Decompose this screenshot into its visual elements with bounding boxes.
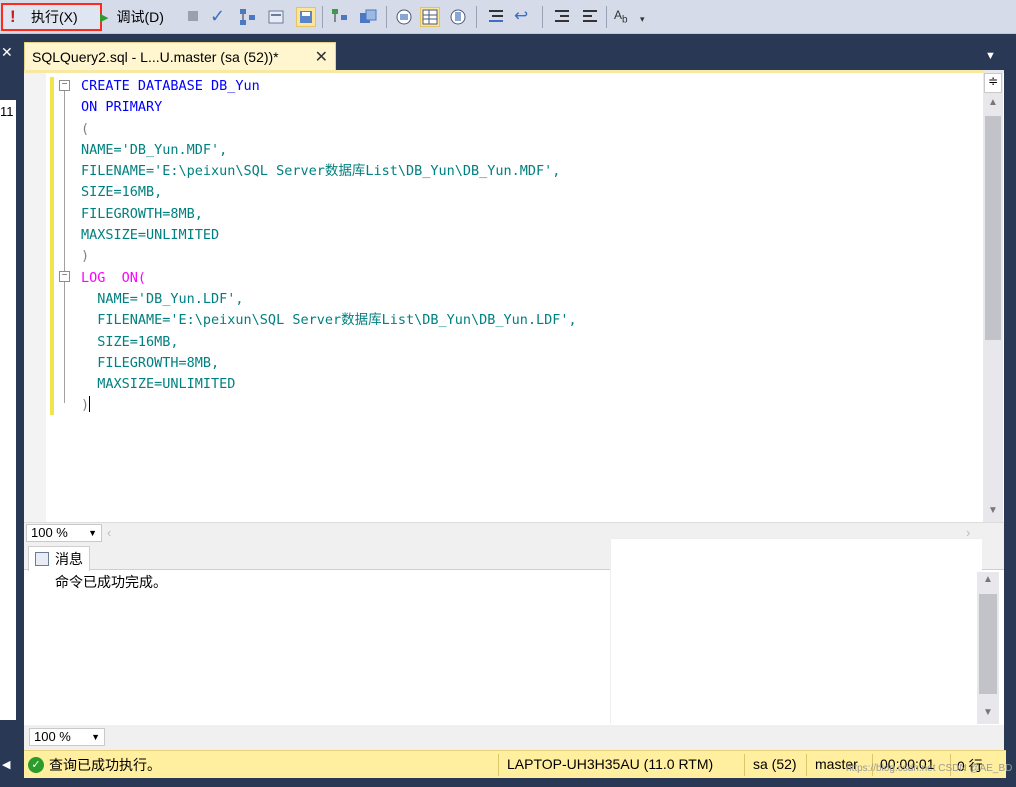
panel-close-icon[interactable]: ✕ <box>1 44 13 61</box>
comment-lines-icon[interactable] <box>486 7 506 27</box>
code-line: SIZE=16MB, <box>81 184 163 201</box>
stop-icon[interactable] <box>184 7 204 27</box>
outline-line <box>64 83 65 403</box>
toolbar-separator <box>542 6 543 28</box>
scroll-thumb[interactable] <box>985 116 1001 340</box>
code-line: MAXSIZE=UNLIMITED <box>81 376 236 393</box>
increase-indent-icon[interactable] <box>580 7 600 27</box>
results-zoom-value: 100 % <box>34 729 71 744</box>
toolbar-separator <box>322 6 323 28</box>
code-line: ) <box>81 248 90 265</box>
results-zoom-bar: 100 % ▼ <box>24 725 1004 750</box>
client-stats-icon[interactable] <box>358 7 378 27</box>
chevron-down-icon: ▼ <box>88 528 97 538</box>
tab-title: SQLQuery2.sql - L...U.master (sa (52))* <box>32 48 279 65</box>
toolbar-separator <box>606 6 607 28</box>
results-blank-area <box>610 538 982 724</box>
code-line: ON PRIMARY <box>81 99 163 116</box>
results-zoom-select[interactable]: 100 % ▼ <box>29 728 105 746</box>
specify-template-values-icon[interactable]: Ab <box>614 7 634 27</box>
editor-zoom-value: 100 % <box>31 525 68 540</box>
code-line: NAME='DB_Yun.MDF', <box>81 141 228 158</box>
scroll-up-icon[interactable]: ▲ <box>988 97 998 108</box>
code-line: FILEGROWTH=8MB, <box>81 354 220 371</box>
code-line: LOG ON( <box>81 269 147 286</box>
code-line: FILEGROWTH=8MB, <box>81 205 203 222</box>
uncomment-lines-icon[interactable]: ↩ <box>514 7 534 27</box>
editor-gutter <box>24 73 46 522</box>
save-results-icon[interactable] <box>296 7 316 27</box>
success-check-icon: ✓ <box>28 756 44 773</box>
code-line: SIZE=16MB, <box>81 333 179 350</box>
collapse-icon[interactable]: − <box>59 271 70 282</box>
chevron-down-icon: ▼ <box>91 732 100 742</box>
watermark: https://blog.csdn.net CSDN @AE_BD <box>846 763 1013 774</box>
code-line: MAXSIZE=UNLIMITED <box>81 227 220 244</box>
status-divider <box>498 754 499 776</box>
query-document-tab[interactable]: SQLQuery2.sql - L...U.master (sa (52))* … <box>24 42 336 70</box>
tab-messages[interactable]: 消息 <box>28 546 90 571</box>
status-divider <box>744 754 745 776</box>
collapse-icon[interactable]: − <box>59 80 70 91</box>
decrease-indent-icon[interactable] <box>552 7 572 27</box>
query-toolbar: ! 执行(X) ▶ 调试(D) ✓ ↩ Ab ▾ <box>0 0 1016 34</box>
status-server: LAPTOP-UH3H35AU (11.0 RTM) <box>507 756 714 772</box>
toolbar-separator <box>386 6 387 28</box>
text-caret <box>89 396 91 413</box>
results-to-text-icon[interactable] <box>394 7 414 27</box>
sql-code[interactable]: CREATE DATABASE DB_Yun ON PRIMARY ( NAME='D… <box>81 76 577 417</box>
editor-zoom-select[interactable]: 100 % ▼ <box>26 524 102 542</box>
results-vertical-scrollbar[interactable]: ▲ ▼ <box>977 572 999 724</box>
query-designer-icon[interactable] <box>266 7 286 27</box>
debug-button[interactable]: ▶ 调试(D) <box>100 7 164 27</box>
results-to-file-icon[interactable] <box>448 7 468 27</box>
code-line: ) <box>81 396 91 414</box>
split-icon[interactable]: ≑ <box>984 73 1002 93</box>
execute-label: 执行(X) <box>31 9 78 25</box>
display-plan-icon[interactable] <box>238 7 258 27</box>
query-editor[interactable]: − − CREATE DATABASE DB_Yun ON PRIMARY ( NAM… <box>24 70 1004 522</box>
code-line: FILENAME='E:\peixun\SQL Server数据库List\DB… <box>81 163 561 180</box>
scroll-down-icon[interactable]: ▼ <box>988 505 998 516</box>
results-to-grid-icon[interactable] <box>420 7 440 27</box>
left-arrow-icon[interactable]: ◀ <box>2 758 10 771</box>
status-message: 查询已成功执行。 <box>49 756 161 773</box>
code-line: CREATE DATABASE DB_Yun <box>81 78 260 94</box>
scroll-thumb[interactable] <box>979 594 997 694</box>
left-panel-strip: ✕ 11 <box>0 34 16 787</box>
code-line: NAME='DB_Yun.LDF', <box>81 290 244 307</box>
status-user: sa (52) <box>753 756 797 772</box>
play-icon: ▶ <box>100 11 109 24</box>
debug-label: 调试(D) <box>116 9 164 25</box>
editor-vertical-scrollbar[interactable]: ≑ ▲ ▼ <box>983 70 1003 522</box>
scroll-down-icon[interactable]: ▼ <box>983 707 993 718</box>
toolbar-separator <box>476 6 477 28</box>
left-panel-edge <box>0 100 16 720</box>
estimated-plan-icon[interactable] <box>330 7 350 27</box>
code-line: ( <box>81 120 90 137</box>
status-divider <box>806 754 807 776</box>
results-message: 命令已成功完成。 <box>55 574 167 590</box>
messages-icon <box>35 552 49 566</box>
results-panel: 消息 命令已成功完成。 ▲ ▼ 100 % ▼ <box>24 538 1004 750</box>
left-panel-number: 11 <box>0 104 14 119</box>
parse-checkmark-icon[interactable]: ✓ <box>210 7 230 27</box>
code-line: FILENAME='E:\peixun\SQL Server数据库List\DB… <box>81 312 577 329</box>
tab-dropdown-icon[interactable]: ▼ <box>985 50 996 62</box>
scroll-left-icon[interactable]: ‹ <box>107 525 111 540</box>
toolbar-overflow-icon[interactable]: ▾ <box>640 7 652 27</box>
tab-messages-label: 消息 <box>55 551 83 567</box>
execute-button[interactable]: ! 执行(X) <box>1 3 102 31</box>
execute-icon: ! <box>10 7 16 26</box>
tab-close-icon[interactable]: ✕ <box>315 47 328 67</box>
change-marker-bar <box>50 77 54 415</box>
scroll-up-icon[interactable]: ▲ <box>983 574 993 585</box>
